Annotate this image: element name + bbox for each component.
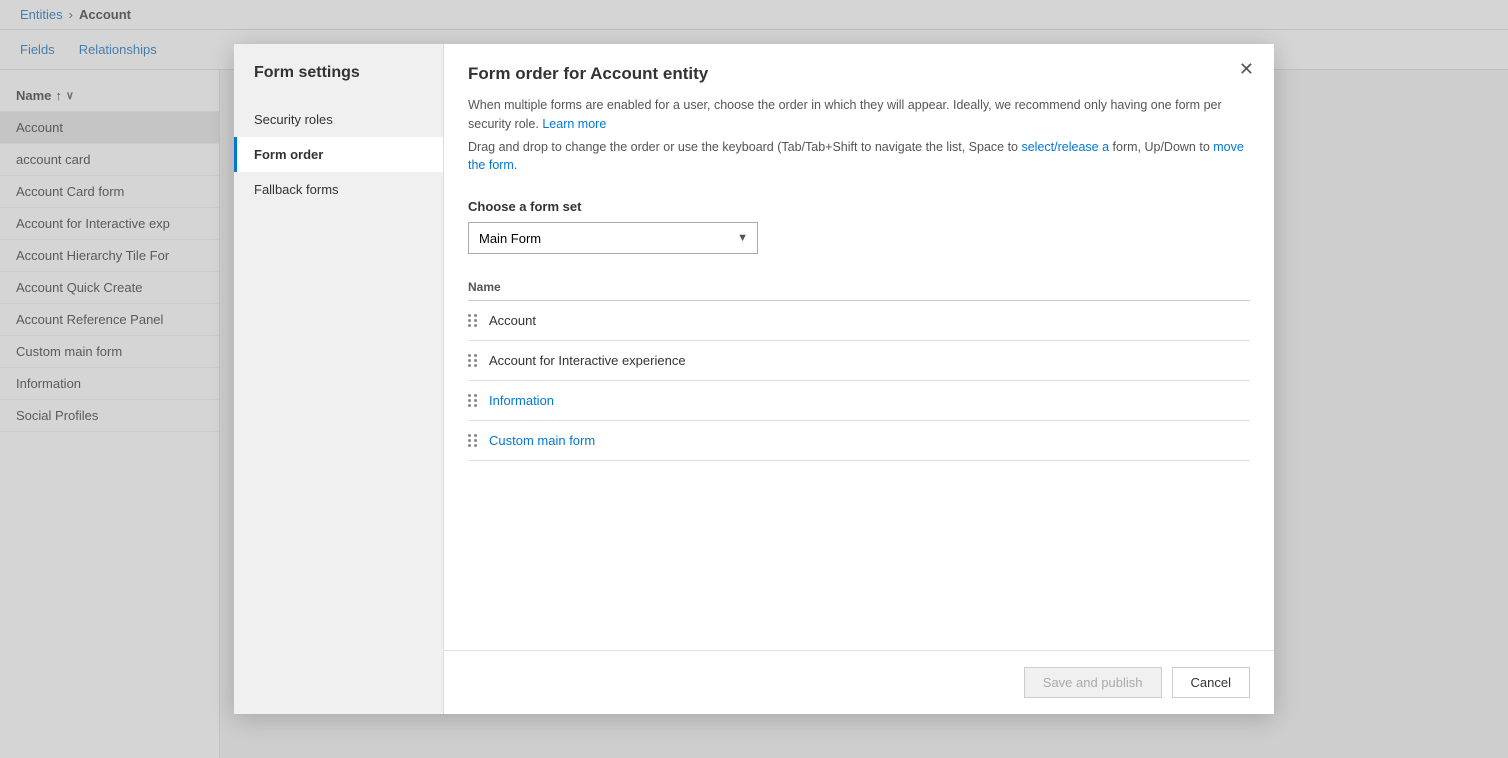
dialog-sidebar: Form settings Security rolesForm orderFa…: [234, 44, 444, 714]
form-item-name[interactable]: Custom main form: [489, 433, 595, 448]
info-text-1: When multiple forms are enabled for a us…: [468, 96, 1250, 134]
select-link[interactable]: select/release a: [1021, 140, 1109, 154]
form-item-name[interactable]: Account: [489, 313, 536, 328]
form-list-item[interactable]: Custom main form: [468, 421, 1250, 461]
form-list-item[interactable]: Information: [468, 381, 1250, 421]
form-set-label: Choose a form set: [468, 199, 1250, 214]
save-and-publish-button[interactable]: Save and publish: [1024, 667, 1162, 698]
dialog-header: Form order for Account entity ✕ When mul…: [444, 44, 1274, 179]
dialog-sidebar-item[interactable]: Security roles: [234, 102, 443, 137]
drag-handle-icon: [468, 434, 477, 447]
cancel-button[interactable]: Cancel: [1172, 667, 1250, 698]
dialog-sidebar-title: Form settings: [234, 64, 443, 102]
drag-handle-icon: [468, 354, 477, 367]
modal-overlay: Form settings Security rolesForm orderFa…: [0, 0, 1508, 758]
form-list-item[interactable]: Account: [468, 301, 1250, 341]
form-list-header: Name: [468, 274, 1250, 301]
form-set-select-wrapper: Main FormQuick Create FormCard Form ▼: [468, 222, 758, 254]
dialog-body: Choose a form set Main FormQuick Create …: [444, 179, 1274, 650]
dialog-footer: Save and publish Cancel: [444, 650, 1274, 714]
info-text-2: Drag and drop to change the order or use…: [468, 138, 1250, 176]
form-item-name[interactable]: Information: [489, 393, 554, 408]
form-list-item[interactable]: Account for Interactive experience: [468, 341, 1250, 381]
dialog-sidebar-item[interactable]: Fallback forms: [234, 172, 443, 207]
close-button[interactable]: ✕: [1239, 60, 1254, 78]
form-item-name[interactable]: Account for Interactive experience: [489, 353, 686, 368]
dialog-main: Form order for Account entity ✕ When mul…: [444, 44, 1274, 714]
learn-more-link[interactable]: Learn more: [542, 117, 606, 131]
dialog-title: Form order for Account entity: [468, 64, 1250, 84]
drag-handle-icon: [468, 394, 477, 407]
dialog-sidebar-item[interactable]: Form order: [234, 137, 443, 172]
form-set-select[interactable]: Main FormQuick Create FormCard Form: [468, 222, 758, 254]
drag-handle-icon: [468, 314, 477, 327]
dialog: Form settings Security rolesForm orderFa…: [234, 44, 1274, 714]
